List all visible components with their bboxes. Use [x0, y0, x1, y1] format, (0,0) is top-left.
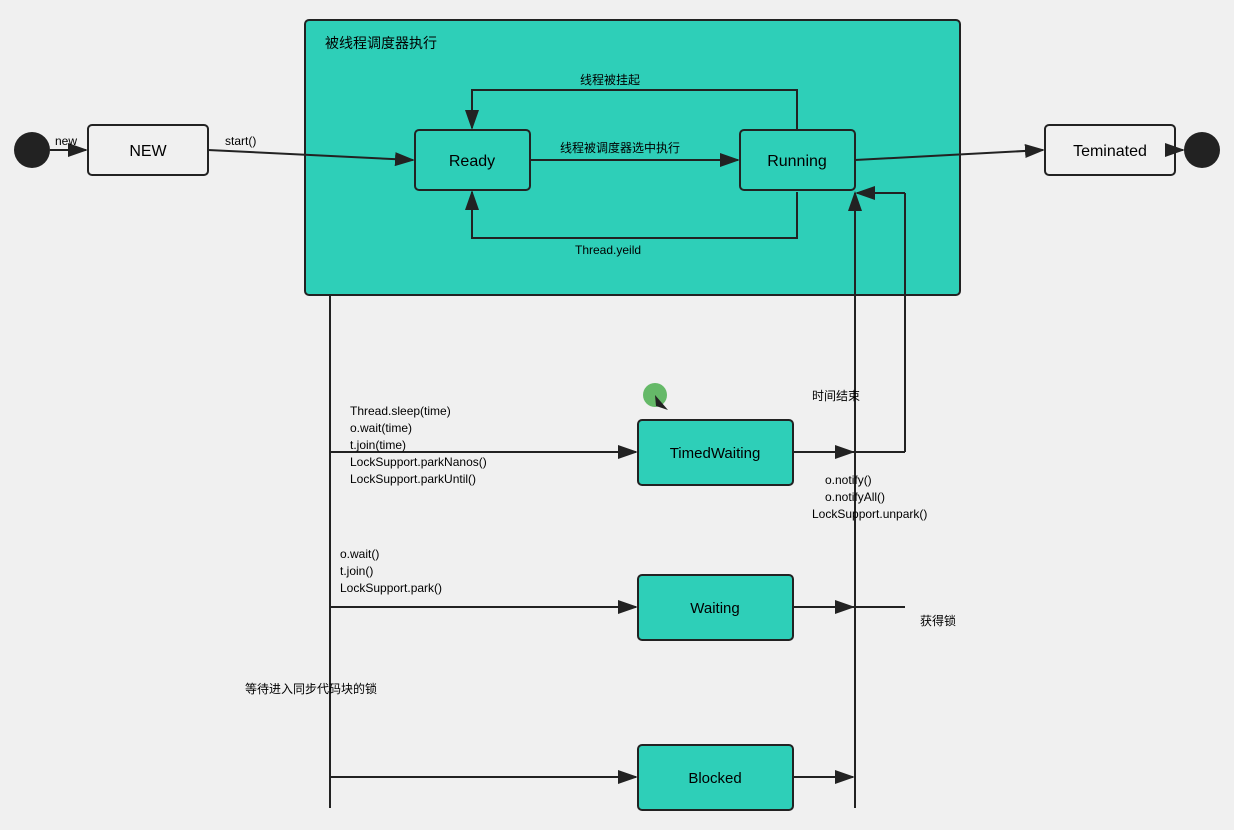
label-wait-ops2: t.join()	[340, 564, 373, 578]
label-sleep-ops: Thread.sleep(time)	[350, 404, 451, 418]
label-notify-ops2: o.notifyAll()	[825, 490, 885, 504]
blocked-label: Blocked	[688, 770, 741, 787]
label-thread-selected: 线程被调度器选中执行	[560, 140, 680, 155]
running-group-label: 被线程调度器执行	[325, 35, 437, 51]
waiting-label: Waiting	[690, 600, 739, 617]
timed-waiting-label: TimedWaiting	[670, 445, 761, 462]
label-wait-ops1: o.wait()	[340, 547, 379, 561]
label-sleep-ops4: LockSupport.parkNanos()	[350, 455, 487, 469]
label-thread-suspend: 线程被挂起	[580, 72, 640, 87]
terminated-label: Teminated	[1073, 143, 1147, 160]
label-time-end: 时间结束	[812, 389, 860, 403]
label-wait-ops3: LockSupport.park()	[340, 581, 442, 595]
label-thread-yield: Thread.yeild	[575, 243, 641, 257]
label-notify-ops1: o.notify()	[825, 473, 872, 487]
running-label: Running	[767, 153, 827, 170]
end-circle-outer	[1184, 132, 1220, 168]
label-new: new	[55, 134, 77, 148]
label-get-lock: 获得锁	[920, 613, 956, 628]
label-notify-ops3: LockSupport.unpark()	[812, 507, 927, 521]
label-sleep-ops5: LockSupport.parkUntil()	[350, 472, 476, 486]
label-sleep-ops3: t.join(time)	[350, 438, 406, 452]
diagram-container: 被线程调度器执行 NEW Ready Running Teminated Tim…	[0, 0, 1234, 830]
label-wait-sync-lock: 等待进入同步代码块的锁	[245, 681, 377, 696]
new-label: NEW	[129, 143, 167, 160]
start-circle	[14, 132, 50, 168]
ready-label: Ready	[449, 153, 495, 170]
state-diagram: 被线程调度器执行 NEW Ready Running Teminated Tim…	[0, 0, 1234, 830]
label-sleep-ops2: o.wait(time)	[350, 421, 412, 435]
label-start: start()	[225, 134, 256, 148]
